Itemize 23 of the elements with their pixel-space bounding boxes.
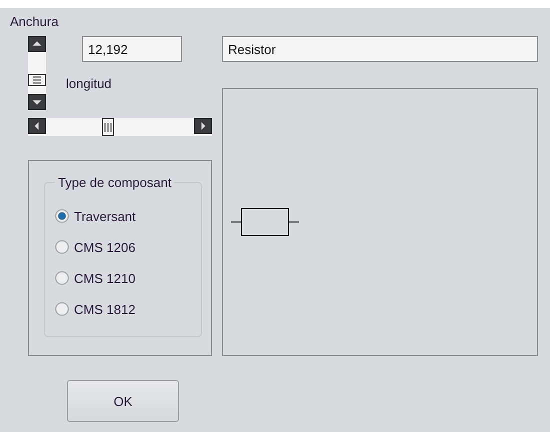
resistor-symbol-drawing	[231, 207, 299, 237]
radio-button[interactable]	[55, 271, 69, 285]
scroll-thumb-icon[interactable]	[102, 118, 114, 136]
width-field[interactable]: 12,192	[82, 36, 182, 62]
scroll-down-icon[interactable]	[28, 94, 46, 110]
radio-button[interactable]	[55, 302, 69, 316]
horizontal-scrollbar[interactable]	[28, 118, 212, 136]
radio-label[interactable]: Traversant	[74, 208, 136, 224]
radio-button[interactable]	[55, 240, 69, 254]
width-label: Anchura	[10, 14, 58, 30]
radio-label[interactable]: CMS 1210	[74, 270, 136, 286]
scroll-up-icon[interactable]	[28, 36, 46, 52]
scroll-left-icon[interactable]	[28, 118, 46, 134]
scroll-right-icon[interactable]	[194, 118, 212, 134]
name-field[interactable]: Resistor	[222, 36, 538, 62]
vertical-scrollbar[interactable]	[28, 36, 46, 110]
radio-label[interactable]: CMS 1206	[74, 240, 136, 254]
scroll-thumb-icon[interactable]	[28, 74, 46, 86]
length-label: longitud	[66, 76, 113, 92]
radio-button[interactable]	[55, 209, 69, 223]
ok-button[interactable]: OK	[67, 380, 179, 422]
radio-label[interactable]: CMS 1812	[74, 302, 136, 316]
group-title: Type de composant	[57, 175, 172, 190]
